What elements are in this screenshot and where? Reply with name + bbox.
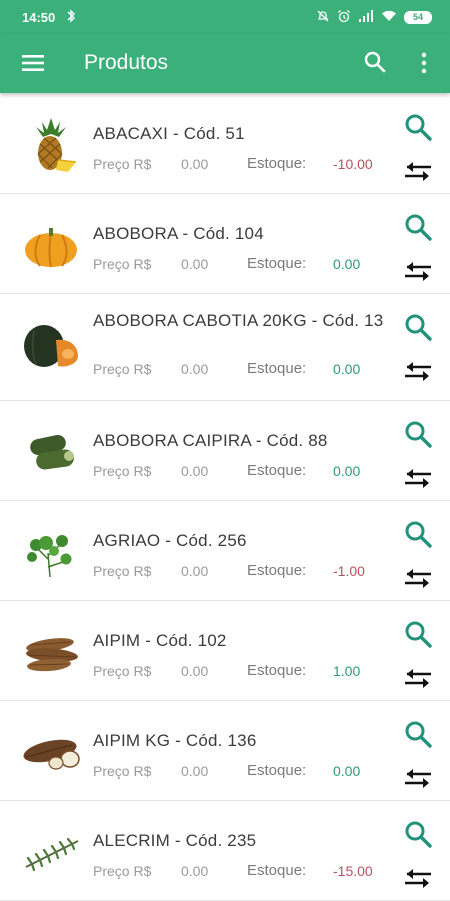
product-row[interactable]: AGRIAO - Cód. 256 Preço R$ 0.00 Estoque:… — [0, 501, 450, 601]
signal-icon — [358, 10, 374, 25]
stock-transfer-icon[interactable] — [403, 467, 433, 494]
stock-label: Estoque: — [247, 562, 307, 579]
zucchini-image — [22, 423, 80, 481]
search-icon[interactable] — [363, 50, 387, 79]
product-row[interactable]: ALECRIM - Cód. 235 Preço R$ 0.00 Estoque… — [0, 801, 450, 901]
price-label: Preço R$ — [93, 361, 152, 377]
pineapple-image — [22, 116, 80, 174]
view-product-search-icon[interactable] — [403, 819, 433, 854]
stock-transfer-icon[interactable] — [403, 360, 433, 387]
stock-label: Estoque: — [247, 155, 307, 172]
view-product-search-icon[interactable] — [403, 719, 433, 754]
stock-value: 1.00 — [333, 663, 361, 679]
stock-value: -10.00 — [333, 156, 373, 172]
more-vert-icon[interactable] — [420, 52, 428, 79]
status-time: 14:50 — [22, 10, 56, 25]
view-product-search-icon[interactable] — [403, 619, 433, 654]
stock-transfer-icon[interactable] — [403, 567, 433, 594]
product-name: ABACAXI - Cód. 51 — [93, 124, 245, 143]
cassava-cut-image — [22, 723, 80, 781]
mute-icon — [316, 9, 330, 26]
price-value: 0.00 — [181, 663, 209, 679]
product-name: AIPIM KG - Cód. 136 — [93, 731, 257, 750]
product-name: AGRIAO - Cód. 256 — [93, 531, 247, 550]
stock-transfer-icon[interactable] — [403, 260, 433, 287]
stock-value: -15.00 — [333, 863, 373, 879]
product-list: ABACAXI - Cód. 51 Preço R$ 0.00 Estoque:… — [0, 94, 450, 901]
menu-icon[interactable] — [22, 54, 44, 77]
view-product-search-icon[interactable] — [403, 212, 433, 247]
price-label: Preço R$ — [93, 156, 152, 172]
price-label: Preço R$ — [93, 256, 152, 272]
product-name: ALECRIM - Cód. 235 — [93, 831, 257, 850]
price-label: Preço R$ — [93, 563, 152, 579]
product-name: ABOBORA - Cód. 104 — [93, 224, 264, 243]
kabocha-image — [22, 316, 80, 374]
price-label: Preço R$ — [93, 663, 152, 679]
price-value: 0.00 — [181, 256, 209, 272]
product-row[interactable]: AIPIM KG - Cód. 136 Preço R$ 0.00 Estoqu… — [0, 701, 450, 801]
stock-value: 0.00 — [333, 361, 361, 377]
stock-transfer-icon[interactable] — [403, 867, 433, 894]
product-name: AIPIM - Cód. 102 — [93, 631, 227, 650]
wifi-icon — [381, 10, 397, 25]
view-product-search-icon[interactable] — [403, 519, 433, 554]
price-value: 0.00 — [181, 563, 209, 579]
stock-label: Estoque: — [247, 462, 307, 479]
product-row[interactable]: AIPIM - Cód. 102 Preço R$ 0.00 Estoque: … — [0, 601, 450, 701]
product-name: ABOBORA CABOTIA 20KG - Cód. 13 — [93, 311, 384, 330]
stock-value: -1.00 — [333, 563, 365, 579]
product-row[interactable]: ABACAXI - Cód. 51 Preço R$ 0.00 Estoque:… — [0, 94, 450, 194]
status-bar: 14:50 54 — [0, 0, 450, 34]
price-value: 0.00 — [181, 463, 209, 479]
stock-transfer-icon[interactable] — [403, 160, 433, 187]
view-product-search-icon[interactable] — [403, 312, 433, 347]
pumpkin-image — [22, 216, 80, 274]
price-value: 0.00 — [181, 156, 209, 172]
cassava-image — [22, 623, 80, 681]
stock-transfer-icon[interactable] — [403, 667, 433, 694]
product-name: ABOBORA CAIPIRA - Cód. 88 — [93, 431, 328, 450]
stock-value: 0.00 — [333, 463, 361, 479]
price-value: 0.00 — [181, 361, 209, 377]
page-title: Produtos — [84, 51, 169, 74]
price-label: Preço R$ — [93, 463, 152, 479]
price-value: 0.00 — [181, 763, 209, 779]
price-label: Preço R$ — [93, 863, 152, 879]
product-row[interactable]: ABOBORA CABOTIA 20KG - Cód. 13 Preço R$ … — [0, 294, 450, 401]
bluetooth-icon — [66, 9, 76, 26]
app-bar: Produtos — [0, 34, 450, 93]
product-row[interactable]: ABOBORA CAIPIRA - Cód. 88 Preço R$ 0.00 … — [0, 401, 450, 501]
stock-label: Estoque: — [247, 862, 307, 879]
stock-value: 0.00 — [333, 763, 361, 779]
alarm-icon — [337, 9, 351, 26]
view-product-search-icon[interactable] — [403, 419, 433, 454]
battery-level: 54 — [412, 12, 423, 22]
product-row[interactable]: ABOBORA - Cód. 104 Preço R$ 0.00 Estoque… — [0, 194, 450, 294]
stock-label: Estoque: — [247, 360, 307, 377]
price-label: Preço R$ — [93, 763, 152, 779]
watercress-image — [22, 523, 80, 581]
rosemary-image — [22, 823, 80, 881]
view-product-search-icon[interactable] — [403, 112, 433, 147]
stock-value: 0.00 — [333, 256, 361, 272]
stock-transfer-icon[interactable] — [403, 767, 433, 794]
stock-label: Estoque: — [247, 662, 307, 679]
stock-label: Estoque: — [247, 762, 307, 779]
battery-icon: 54 — [404, 11, 432, 24]
stock-label: Estoque: — [247, 255, 307, 272]
price-value: 0.00 — [181, 863, 209, 879]
